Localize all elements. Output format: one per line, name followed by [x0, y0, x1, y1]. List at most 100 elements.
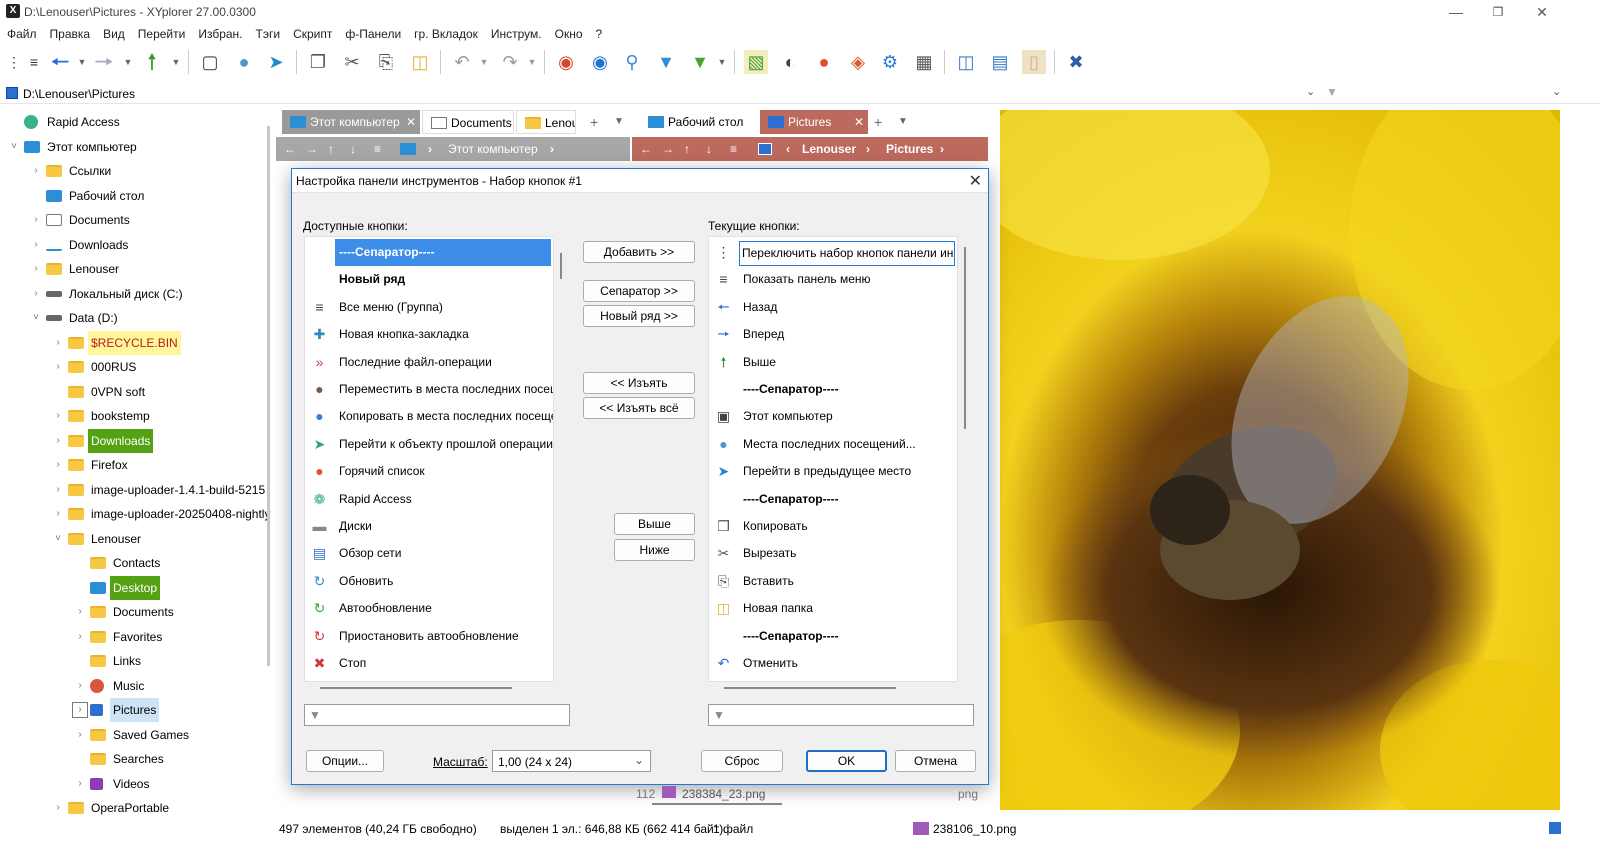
menu-item[interactable]: Файл: [0, 24, 43, 41]
available-hscrollbar[interactable]: [320, 687, 512, 689]
menu-item[interactable]: Скрипт: [286, 24, 338, 41]
chevron-down-icon[interactable]: ⌄: [1306, 85, 1315, 98]
menu-item[interactable]: Правка: [43, 24, 97, 41]
menu-item[interactable]: Вид: [96, 24, 131, 41]
back-arrow-icon[interactable]: ←: [640, 137, 652, 161]
separator-button[interactable]: Сепаратор >>: [583, 280, 695, 302]
scale-select[interactable]: 1,00 (24 x 24) ⌄: [492, 750, 651, 772]
new-tab-icon[interactable]: +: [874, 114, 882, 130]
chevron-right-icon[interactable]: ›: [30, 208, 42, 232]
tree-item[interactable]: › Lenouser: [0, 257, 265, 281]
list-item[interactable]: ◫ Новая папка: [709, 595, 957, 622]
chevron-right-icon[interactable]: ›: [52, 404, 64, 428]
chevron-down-icon[interactable]: ▼: [164, 50, 188, 74]
tree-item[interactable]: ˅ Этот компьютер: [0, 135, 265, 159]
gear-icon[interactable]: ⚙: [878, 50, 902, 74]
find-files-icon[interactable]: ◉: [588, 50, 612, 74]
file-row-name[interactable]: 238384_23.png: [682, 787, 765, 801]
menu-item[interactable]: Инструм.: [484, 24, 548, 41]
menu-item[interactable]: Окно: [548, 24, 589, 41]
remove-all-button[interactable]: << Изъять всё: [583, 397, 695, 419]
crumb-pictures[interactable]: Pictures: [886, 137, 933, 161]
chevron-right-icon[interactable]: ›: [74, 674, 86, 698]
menu-item[interactable]: Тэги: [249, 24, 287, 41]
list-item[interactable]: » Последние файл-операции: [305, 349, 553, 376]
pane-hscrollbar[interactable]: [652, 803, 782, 805]
copy-icon[interactable]: ❐: [306, 50, 330, 74]
list-item[interactable]: 🠕 Выше: [709, 349, 957, 376]
close-icon[interactable]: ✕: [406, 110, 416, 134]
ok-button[interactable]: OK: [806, 750, 887, 772]
forward-arrow-icon[interactable]: →: [662, 137, 674, 161]
goto-icon[interactable]: ◉: [554, 50, 578, 74]
tab-computer[interactable]: Этот компьютер ✕: [282, 110, 420, 134]
current-buttons-list[interactable]: ⋮ Переключить набор кнопок панели инструм…: [708, 236, 958, 682]
back-arrow-icon[interactable]: 🠔: [48, 50, 72, 74]
list-item[interactable]: ✂ Вырезать: [709, 540, 957, 567]
tree-item[interactable]: › Documents: [0, 600, 265, 624]
tree-item[interactable]: › Documents: [0, 208, 265, 232]
list-item[interactable]: ● Горячий список: [305, 458, 553, 485]
minimize-button[interactable]: —: [1436, 2, 1476, 22]
previous-location-icon[interactable]: ➤: [264, 50, 288, 74]
list-item[interactable]: ● Места последних посещений...: [709, 431, 957, 458]
tab-pictures[interactable]: Pictures ✕: [760, 110, 868, 134]
new-tab-icon[interactable]: +: [590, 114, 598, 130]
list-item[interactable]: Новый ряд: [305, 266, 553, 293]
current-filter-input[interactable]: ▼: [708, 704, 974, 726]
tree-item[interactable]: ˅ Data (D:): [0, 306, 265, 330]
list-item[interactable]: 🠔 Назад: [709, 294, 957, 321]
add-button[interactable]: Добавить >>: [583, 241, 695, 263]
undo-icon[interactable]: ↶: [450, 50, 474, 74]
menu-item[interactable]: Перейти: [131, 24, 192, 41]
chevron-right-icon[interactable]: ›: [74, 772, 86, 796]
forward-arrow-icon[interactable]: →: [306, 137, 318, 161]
menu-icon[interactable]: ≡: [730, 137, 737, 161]
tree-item[interactable]: Desktop: [0, 575, 265, 600]
chevron-down-icon[interactable]: ▼: [116, 50, 140, 74]
tree-item[interactable]: › $RECYCLE.BIN: [0, 330, 265, 355]
list-item[interactable]: ✚ Новая кнопка-закладка: [305, 321, 553, 348]
down-arrow-icon[interactable]: ↓: [706, 137, 712, 161]
menu-icon[interactable]: ≡: [374, 137, 381, 161]
list-item[interactable]: ▣ Этот компьютер: [709, 403, 957, 430]
menu-item[interactable]: гр. Вкладок: [407, 24, 484, 41]
tree-item[interactable]: › Firefox: [0, 453, 265, 477]
paste-icon[interactable]: ⎘: [374, 50, 398, 74]
tree-item[interactable]: › Pictures: [0, 698, 265, 722]
new-row-button[interactable]: Новый ряд >>: [583, 305, 695, 327]
list-item[interactable]: ↻ Автообновление: [305, 595, 553, 622]
chevron-right-icon[interactable]: ›: [52, 478, 64, 502]
tree-item[interactable]: › Saved Games: [0, 723, 265, 747]
tree-item[interactable]: › Downloads: [0, 428, 265, 453]
layout-icon[interactable]: ▤: [988, 50, 1012, 74]
filter-icon[interactable]: ▼: [654, 50, 678, 74]
tree-item[interactable]: › image-uploader-20250408-nightly: [0, 502, 270, 526]
tab-documents[interactable]: Documents: [422, 110, 514, 134]
globe-icon[interactable]: ◈: [846, 50, 870, 74]
chevron-down-icon[interactable]: ▼: [710, 50, 734, 74]
list-item[interactable]: ----Сепаратор----: [709, 376, 957, 403]
chevron-right-icon[interactable]: ›: [74, 723, 86, 747]
tree-item[interactable]: › Favorites: [0, 625, 265, 649]
chevron-down-icon[interactable]: ▼: [472, 50, 496, 74]
chevron-right-icon[interactable]: ›: [74, 600, 86, 624]
tools-icon[interactable]: ✖: [1064, 50, 1088, 74]
list-item[interactable]: ✖ Стоп: [305, 650, 553, 677]
redo-icon[interactable]: ↷: [498, 50, 522, 74]
list-item[interactable]: ▬ Диски: [305, 513, 553, 540]
address-bar[interactable]: D:\Lenouser\Pictures ⌄ ▼ ⌄: [0, 82, 1600, 104]
visual-filter-icon[interactable]: ▼: [688, 50, 712, 74]
chevron-right-icon[interactable]: ›: [30, 233, 42, 257]
crumb-lenouser[interactable]: Lenouser: [802, 137, 856, 161]
cut-icon[interactable]: ✂: [340, 50, 364, 74]
chevron-right-icon[interactable]: ˅: [52, 527, 64, 551]
tree-item[interactable]: › Downloads: [0, 233, 265, 257]
list-item[interactable]: ≡ Все меню (Группа): [305, 294, 553, 321]
chevron-right-icon[interactable]: ›: [52, 355, 64, 379]
list-item[interactable]: ● Копировать в места последних посещений: [305, 403, 553, 430]
cancel-button[interactable]: Отмена: [895, 750, 976, 772]
list-item[interactable]: ⋮ Переключить набор кнопок панели инструм…: [709, 239, 957, 266]
address-text[interactable]: D:\Lenouser\Pictures: [23, 87, 135, 101]
tree-item[interactable]: › Локальный диск (C:): [0, 282, 265, 306]
